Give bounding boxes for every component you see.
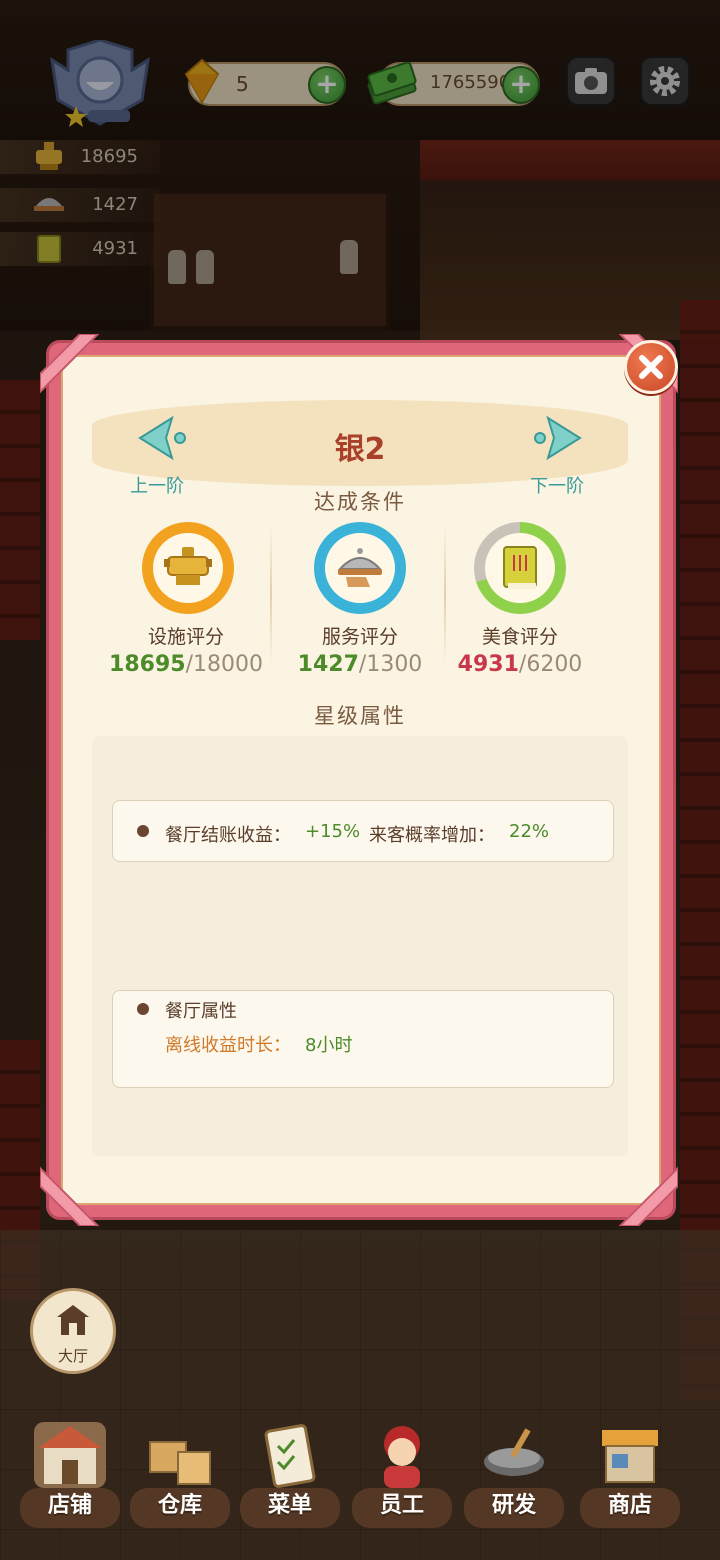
- food-score-current: 4931: [457, 652, 519, 677]
- shop-building-icon: [34, 1422, 106, 1488]
- hall-house-icon: [57, 1305, 89, 1335]
- star-bonus-card: 餐厅结账收益： +15% 来客概率增加： 22%: [112, 800, 614, 862]
- ribbon-corner-decoration: [40, 334, 100, 394]
- facility-score-required: /18000: [185, 652, 263, 677]
- ribbon-corner-decoration: [618, 1166, 678, 1226]
- food-score-ring: [474, 522, 566, 614]
- conditions-heading: 达成条件: [314, 490, 406, 514]
- nav-store-label: 商店: [580, 1488, 680, 1528]
- previous-rank-arrow-icon[interactable]: [136, 416, 188, 460]
- store-stall-icon: [594, 1422, 666, 1488]
- nav-menu-label: 菜单: [240, 1488, 340, 1528]
- restaurant-attributes-card: 餐厅属性 离线收益时长： 8小时: [112, 990, 614, 1088]
- nav-staff-label: 员工: [352, 1488, 452, 1528]
- nav-research-label: 研发: [464, 1488, 564, 1528]
- hall-button[interactable]: 大厅: [30, 1288, 116, 1374]
- bullet-dot: [137, 825, 149, 837]
- food-score-required: /6200: [518, 652, 583, 677]
- nav-research[interactable]: 研发: [464, 1418, 564, 1528]
- warehouse-boxes-icon: [144, 1422, 216, 1488]
- service-score-progress: 1427/1300: [270, 652, 450, 677]
- service-score-ring: [314, 522, 406, 614]
- food-score-label: 美食评分: [481, 626, 558, 648]
- attributes-panel: [92, 736, 628, 1156]
- facility-score-label: 设施评分: [147, 626, 224, 648]
- nav-shop-label: 店铺: [20, 1488, 120, 1528]
- checkout-bonus-value: +15%: [305, 821, 361, 842]
- serving-tray-icon: [337, 548, 383, 587]
- close-button[interactable]: [624, 340, 678, 394]
- nav-shop[interactable]: 店铺: [20, 1418, 120, 1528]
- research-wok-icon: [478, 1422, 550, 1488]
- visitor-bonus-label: 来客概率增加：: [369, 825, 495, 846]
- service-score-label: 服务评分: [321, 626, 398, 648]
- facility-score-ring: [142, 522, 234, 614]
- staff-avatar-icon: [366, 1422, 438, 1488]
- checkout-bonus-label: 餐厅结账收益：: [165, 825, 291, 846]
- visitor-bonus-value: 22%: [509, 821, 550, 842]
- nav-staff[interactable]: 员工: [352, 1418, 452, 1528]
- food-score-progress: 4931/6200: [430, 652, 610, 677]
- hotpot-icon: [164, 547, 212, 585]
- facility-score-current: 18695: [109, 652, 186, 677]
- rank-title: 银2: [334, 432, 386, 467]
- hall-label: 大厅: [57, 1347, 88, 1365]
- service-score-required: /1300: [358, 652, 423, 677]
- service-score-current: 1427: [297, 652, 359, 677]
- offline-earnings-label: 离线收益时长：: [165, 1035, 291, 1056]
- nav-store[interactable]: 商店: [580, 1418, 680, 1528]
- ribbon-corner-decoration: [40, 1166, 100, 1226]
- close-icon: [639, 355, 663, 379]
- restaurant-attributes-title: 餐厅属性: [165, 1001, 237, 1022]
- bullet-dot: [137, 1003, 149, 1015]
- recipe-book-icon: [503, 546, 537, 589]
- menu-clipboard-icon: [254, 1422, 326, 1488]
- offline-earnings-value: 8小时: [305, 1035, 353, 1056]
- next-rank-arrow-icon[interactable]: [532, 416, 584, 460]
- facility-score-progress: 18695/18000: [96, 652, 276, 677]
- nav-menu[interactable]: 菜单: [240, 1418, 340, 1528]
- star-attributes-heading: 星级属性: [314, 704, 406, 728]
- nav-warehouse-label: 仓库: [130, 1488, 230, 1528]
- criteria-divider: [270, 524, 272, 664]
- nav-warehouse[interactable]: 仓库: [130, 1418, 230, 1528]
